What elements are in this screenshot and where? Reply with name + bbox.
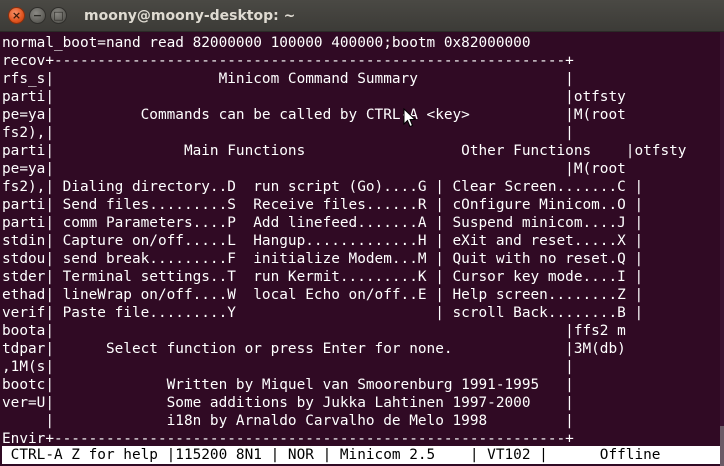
- minimize-window-button[interactable]: −: [29, 7, 46, 24]
- terminal-line: stder| Terminal settings..T run Kermit..…: [2, 269, 644, 285]
- terminal-line: pe=ya| Commands can be called by CTRL-A …: [2, 107, 626, 123]
- close-window-button[interactable]: ×: [8, 7, 25, 24]
- maximize-window-button[interactable]: □: [50, 7, 67, 24]
- terminal-line: tdpar| Select function or press Enter fo…: [2, 341, 626, 357]
- terminal-output[interactable]: normal_boot=nand read 82000000 100000 40…: [2, 34, 686, 448]
- terminal-line: ethad| lineWrap on/off....W local Echo o…: [2, 287, 644, 303]
- window-titlebar[interactable]: × − □ moony@moony-desktop: ~: [0, 0, 724, 32]
- terminal-line: fs2),| |: [2, 125, 574, 141]
- terminal-line: rfs_s| Minicom Command Summary |: [2, 71, 574, 87]
- terminal-line: parti| Main Functions Other Functions |o…: [2, 143, 687, 159]
- terminal-line: fs2),| Dialing directory..D run script (…: [2, 179, 644, 195]
- terminal-line: stdin| Capture on/off.....L Hangup......…: [2, 233, 644, 249]
- terminal-scrollbar[interactable]: [720, 32, 724, 466]
- terminal-line: pe=ya| |M(root: [2, 161, 626, 177]
- terminal-line: recov+----------------------------------…: [2, 53, 574, 69]
- terminal-line: ver=U| Some additions by Jukka Lahtinen …: [2, 395, 574, 411]
- terminal-line: | i18n by Arnaldo Carvalho de Melo 1998 …: [2, 413, 574, 429]
- terminal-line: verif| Paste file.........Y | scroll Bac…: [2, 305, 644, 321]
- terminal-line: parti| Send files.........S Receive file…: [2, 197, 644, 213]
- mouse-pointer-icon: [403, 108, 417, 128]
- scrollbar-thumb[interactable]: [720, 426, 724, 466]
- window-title: moony@moony-desktop: ~: [84, 7, 296, 24]
- terminal-line: parti| comm Parameters....P Add linefeed…: [2, 215, 644, 231]
- minicom-status-bar: CTRL-A Z for help |115200 8N1 | NOR | Mi…: [2, 446, 722, 464]
- terminal-line: stdou| send break.........F initialize M…: [2, 251, 644, 267]
- terminal-line: bootc| Written by Miquel van Smoorenburg…: [2, 377, 574, 393]
- terminal-line: parti| |otfsty: [2, 89, 626, 105]
- terminal-line: boota| |ffs2 m: [2, 323, 626, 339]
- terminal-line: ,1M(s| |: [2, 359, 574, 375]
- terminal-line: normal_boot=nand read 82000000 100000 40…: [2, 35, 531, 51]
